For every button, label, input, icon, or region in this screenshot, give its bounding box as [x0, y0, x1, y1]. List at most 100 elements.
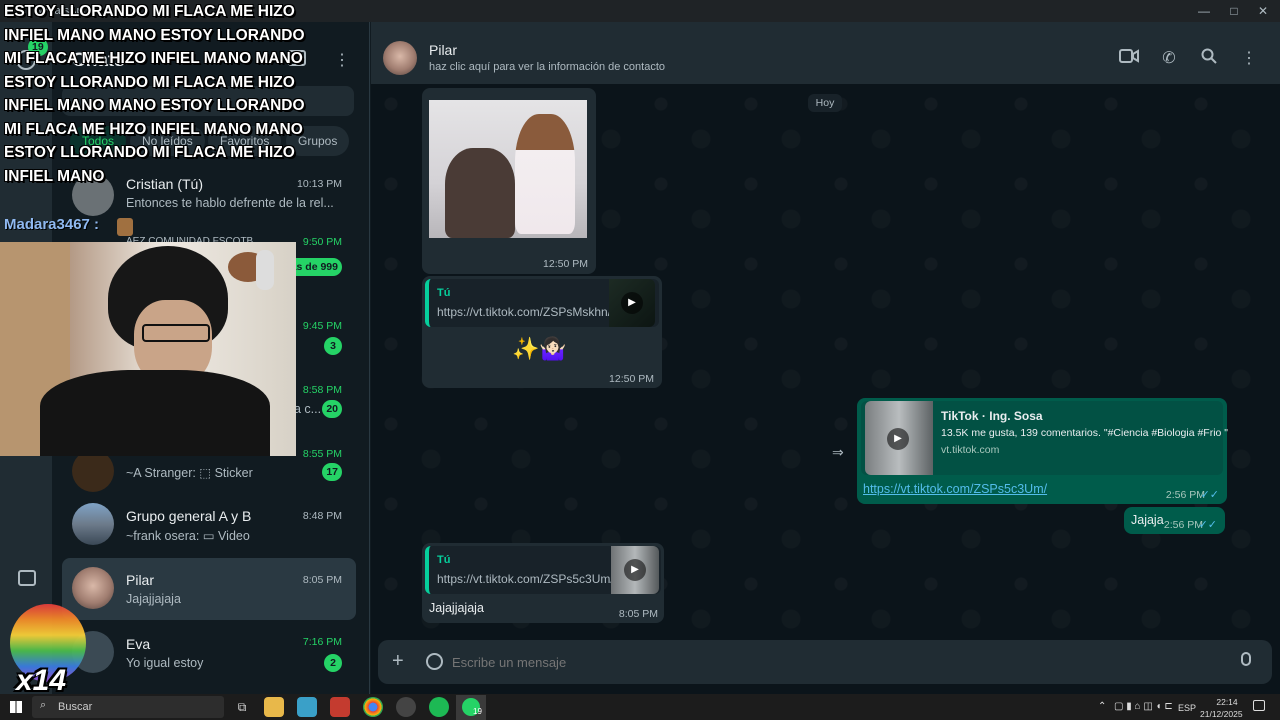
chat-name: Pilar — [126, 572, 155, 588]
whatsapp-badge: 19 — [473, 707, 482, 716]
image-message[interactable]: 12:50 PM — [422, 88, 596, 274]
chat-row-selected[interactable]: Pilar Jajajjajaja 8:05 PM — [62, 558, 356, 620]
message-text: Jajaja — [1131, 513, 1164, 527]
webcam-shirt — [40, 370, 270, 456]
chat-row[interactable]: Eva Yo igual estoy 7:16 PM 2 — [62, 622, 356, 684]
search-icon: ⌕ — [40, 699, 47, 711]
outgoing-message[interactable]: Jajaja 2:56 PM ✓✓ — [1124, 507, 1225, 534]
unread-badge: 17 — [322, 463, 342, 481]
message-image[interactable] — [429, 100, 587, 238]
alert-overlay-text: ESTOY LLORANDO MI FLACA ME HIZO INFIEL M… — [4, 3, 305, 185]
phone-icon[interactable]: ✆ — [1158, 48, 1180, 70]
menu-icon[interactable]: ⋮ — [334, 50, 350, 70]
webcam-overlay — [0, 242, 296, 456]
video-call-icon[interactable] — [1118, 48, 1140, 70]
unread-badge: 3 — [324, 337, 342, 355]
tray-chevron-icon[interactable]: ⌃ — [1098, 701, 1106, 712]
read-ticks-icon: ✓✓ — [1198, 519, 1217, 531]
quote-author: Tú — [437, 287, 451, 299]
message-input[interactable] — [452, 650, 1222, 674]
preview-title: TikTok · Ing. Sosa — [941, 409, 1043, 423]
clock-time[interactable]: 22:14 — [1208, 697, 1246, 707]
contact-avatar[interactable] — [383, 41, 417, 75]
quoted-message[interactable]: Tú https://vt.tiktok.com/ZSPs5c3Um/ ▶ — [425, 546, 661, 594]
task-view-icon[interactable]: ⧉ — [232, 697, 252, 717]
chat-time: 8:48 PM — [302, 510, 342, 522]
chat-row[interactable]: Grupo general A y B ~frank osera: ▭ Vide… — [62, 494, 356, 556]
quote-link: https://vt.tiktok.com/ZSPs5c3Um/ — [437, 572, 614, 586]
webcam-glasses — [142, 324, 210, 342]
link-preview[interactable]: ▶ TikTok · Ing. Sosa 13.5K me gusta, 139… — [861, 401, 1228, 475]
chat-name: Grupo general A y B — [126, 508, 252, 524]
message-time: 8:05 PM — [618, 608, 658, 620]
read-ticks-icon: ✓✓ — [1200, 489, 1219, 501]
forward-icon[interactable]: ⇒ — [832, 444, 844, 461]
quote-author: Tú — [437, 554, 451, 566]
emote-combo-counter: x14 — [16, 664, 67, 697]
stream-emote-icon — [117, 218, 133, 236]
search-icon[interactable] — [1198, 48, 1220, 70]
contact-subtitle[interactable]: haz clic aquí para ver la información de… — [429, 61, 665, 73]
tray-icons[interactable]: ▢ ▮ ⌂ ◫ ◖ ⊏ — [1114, 701, 1173, 712]
chrome-icon[interactable] — [363, 697, 383, 717]
attach-plus-icon[interactable]: + — [392, 650, 404, 673]
message-time: 2:56 PM — [1163, 519, 1203, 531]
message-time: 12:50 PM — [609, 373, 654, 385]
more-options-icon[interactable]: ⋮ — [1238, 48, 1260, 70]
maximize-button[interactable]: □ — [1226, 3, 1242, 19]
sticker-icon[interactable] — [426, 653, 443, 670]
chat-time: 8:05 PM — [302, 574, 342, 586]
chat-time: 8:58 PM — [302, 384, 342, 396]
play-icon: ▶ — [887, 428, 909, 450]
date-chip: Hoy — [808, 94, 842, 112]
quote-link: https://vt.tiktok.com/ZSPsMskhn/ — [437, 305, 612, 319]
chat-time: 8:55 PM — [302, 448, 342, 460]
chat-preview: Yo igual estoy — [126, 656, 204, 670]
chat-preview: ~A Stranger: ⬚ Sticker — [126, 466, 253, 480]
taskbar-search[interactable]: ⌕ Buscar — [32, 696, 224, 718]
file-explorer-icon[interactable] — [264, 697, 284, 717]
photo-figure — [515, 114, 575, 234]
contact-name[interactable]: Pilar — [429, 42, 457, 58]
language-indicator[interactable]: ESP — [1178, 703, 1196, 713]
webcam-plush — [256, 250, 274, 290]
obs-icon[interactable] — [396, 697, 416, 717]
outgoing-message[interactable]: ▶ TikTok · Ing. Sosa 13.5K me gusta, 139… — [857, 398, 1228, 504]
app-icon[interactable] — [297, 697, 317, 717]
taskbar-search-label: Buscar — [58, 701, 93, 713]
clock-date[interactable]: 21/12/2025 — [1200, 709, 1243, 719]
unread-badge: 20 — [322, 400, 342, 418]
chat-name: Eva — [126, 636, 151, 652]
spotify-icon[interactable] — [429, 697, 449, 717]
message-time: 2:56 PM — [1165, 489, 1205, 501]
notification-icon[interactable] — [1253, 700, 1265, 711]
microphone-icon[interactable] — [1241, 652, 1251, 666]
avatar — [72, 503, 114, 545]
avatar — [72, 450, 114, 492]
chat-time: 9:45 PM — [302, 320, 342, 332]
chat-time: 9:50 PM — [302, 236, 342, 248]
minimize-button[interactable]: — — [1196, 3, 1212, 19]
incoming-message[interactable]: Tú https://vt.tiktok.com/ZSPsMskhn/ ▶ ✨🤷… — [422, 276, 662, 388]
photo-figure — [445, 148, 515, 238]
chat-preview: Entonces te hablo defrente de la rel... — [126, 196, 334, 210]
preview-domain: vt.tiktok.com — [941, 444, 1000, 456]
conversation-header[interactable] — [371, 22, 1280, 84]
incoming-message[interactable]: Tú https://vt.tiktok.com/ZSPs5c3Um/ ▶ Ja… — [422, 543, 664, 623]
chat-preview: ~frank osera: ▭ Video — [126, 529, 250, 543]
edit-icon[interactable] — [18, 570, 36, 586]
whatsapp-taskbar-button[interactable]: 19 — [456, 695, 486, 720]
stream-chat-user: Madara3467 : — [4, 216, 100, 233]
chat-preview: a c... — [294, 402, 322, 416]
play-icon: ▶ — [621, 292, 643, 314]
chat-time: 7:16 PM — [302, 636, 342, 648]
avatar — [72, 567, 114, 609]
message-link[interactable]: https://vt.tiktok.com/ZSPs5c3Um/ — [863, 482, 1047, 496]
app-icon[interactable] — [330, 697, 350, 717]
message-text: ✨🤷🏻‍♀️ — [512, 336, 567, 361]
message-time: 12:50 PM — [543, 258, 588, 270]
windows-start-icon[interactable] — [10, 701, 22, 713]
play-icon: ▶ — [624, 559, 646, 581]
close-button[interactable]: ✕ — [1255, 3, 1271, 19]
quoted-message[interactable]: Tú https://vt.tiktok.com/ZSPsMskhn/ ▶ — [425, 279, 659, 327]
